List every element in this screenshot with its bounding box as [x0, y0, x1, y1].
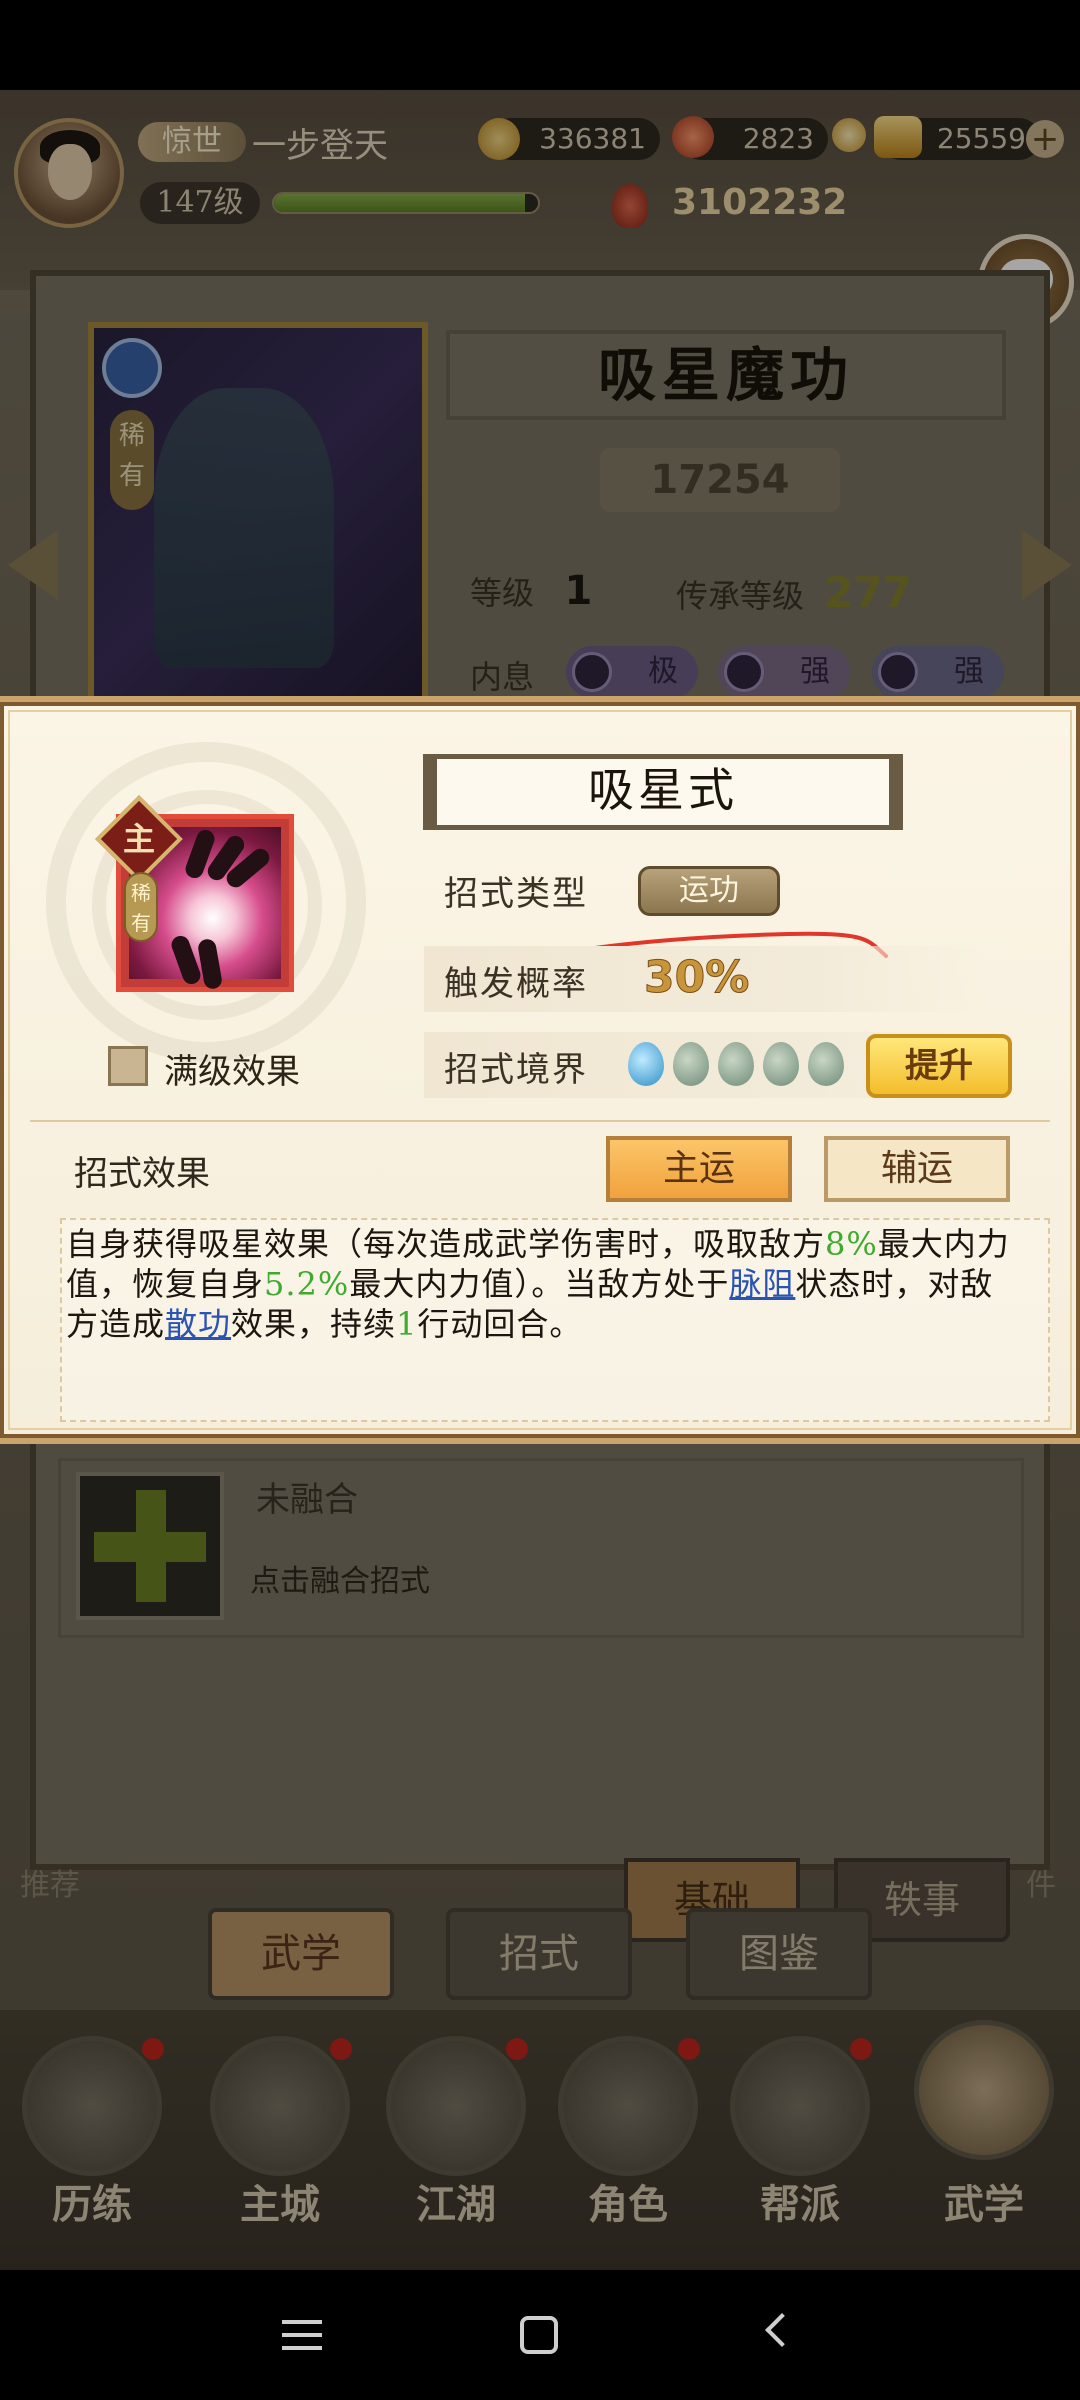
move-description: 自身获得吸星效果（每次造成武学伤害时，吸取敌方8%最大内力值，恢复自身5.2%最…: [66, 1225, 1010, 1343]
realm-orb-icon: [808, 1042, 844, 1086]
max-level-label[interactable]: 满级效果: [164, 1044, 300, 1093]
aux-run-button[interactable]: 辅运: [824, 1136, 1010, 1202]
realm-orb-icon: [718, 1042, 754, 1086]
trigger-rate-label: 触发概率: [444, 964, 588, 1004]
move-type-value: 运功: [638, 866, 780, 916]
keyword-link-maizu[interactable]: 脉阻: [729, 1265, 795, 1303]
realm-orb-icon: [673, 1042, 709, 1086]
move-effect-label: 招式效果: [74, 1154, 210, 1194]
max-level-checkbox[interactable]: [108, 1046, 148, 1086]
restore-percent: 5.2%: [264, 1265, 350, 1303]
drain-percent: 8%: [825, 1225, 878, 1263]
upgrade-button[interactable]: 提升: [866, 1034, 1012, 1098]
trigger-rate-value: 30%: [643, 952, 750, 1004]
duration-turns: 1: [396, 1305, 418, 1343]
home-icon[interactable]: [520, 2316, 558, 2354]
game-screen: 惊世 一步登天 147级 336381 2823 25559 + 3102232…: [0, 0, 1080, 2400]
realm-orb-icon: [763, 1042, 799, 1086]
keyword-link-sangong[interactable]: 散功: [165, 1305, 231, 1343]
main-run-button[interactable]: 主运: [606, 1136, 792, 1202]
section-divider: [30, 1120, 1050, 1122]
move-rarity-badge: 稀有: [124, 872, 158, 942]
realm-orb-icon: [628, 1042, 664, 1086]
move-type-label: 招式类型: [444, 874, 588, 914]
move-name: 吸星式: [588, 763, 738, 817]
main-move-badge-text: 主: [122, 820, 155, 858]
realm-label: 招式境界: [444, 1050, 588, 1090]
menu-icon[interactable]: [282, 2320, 322, 2350]
